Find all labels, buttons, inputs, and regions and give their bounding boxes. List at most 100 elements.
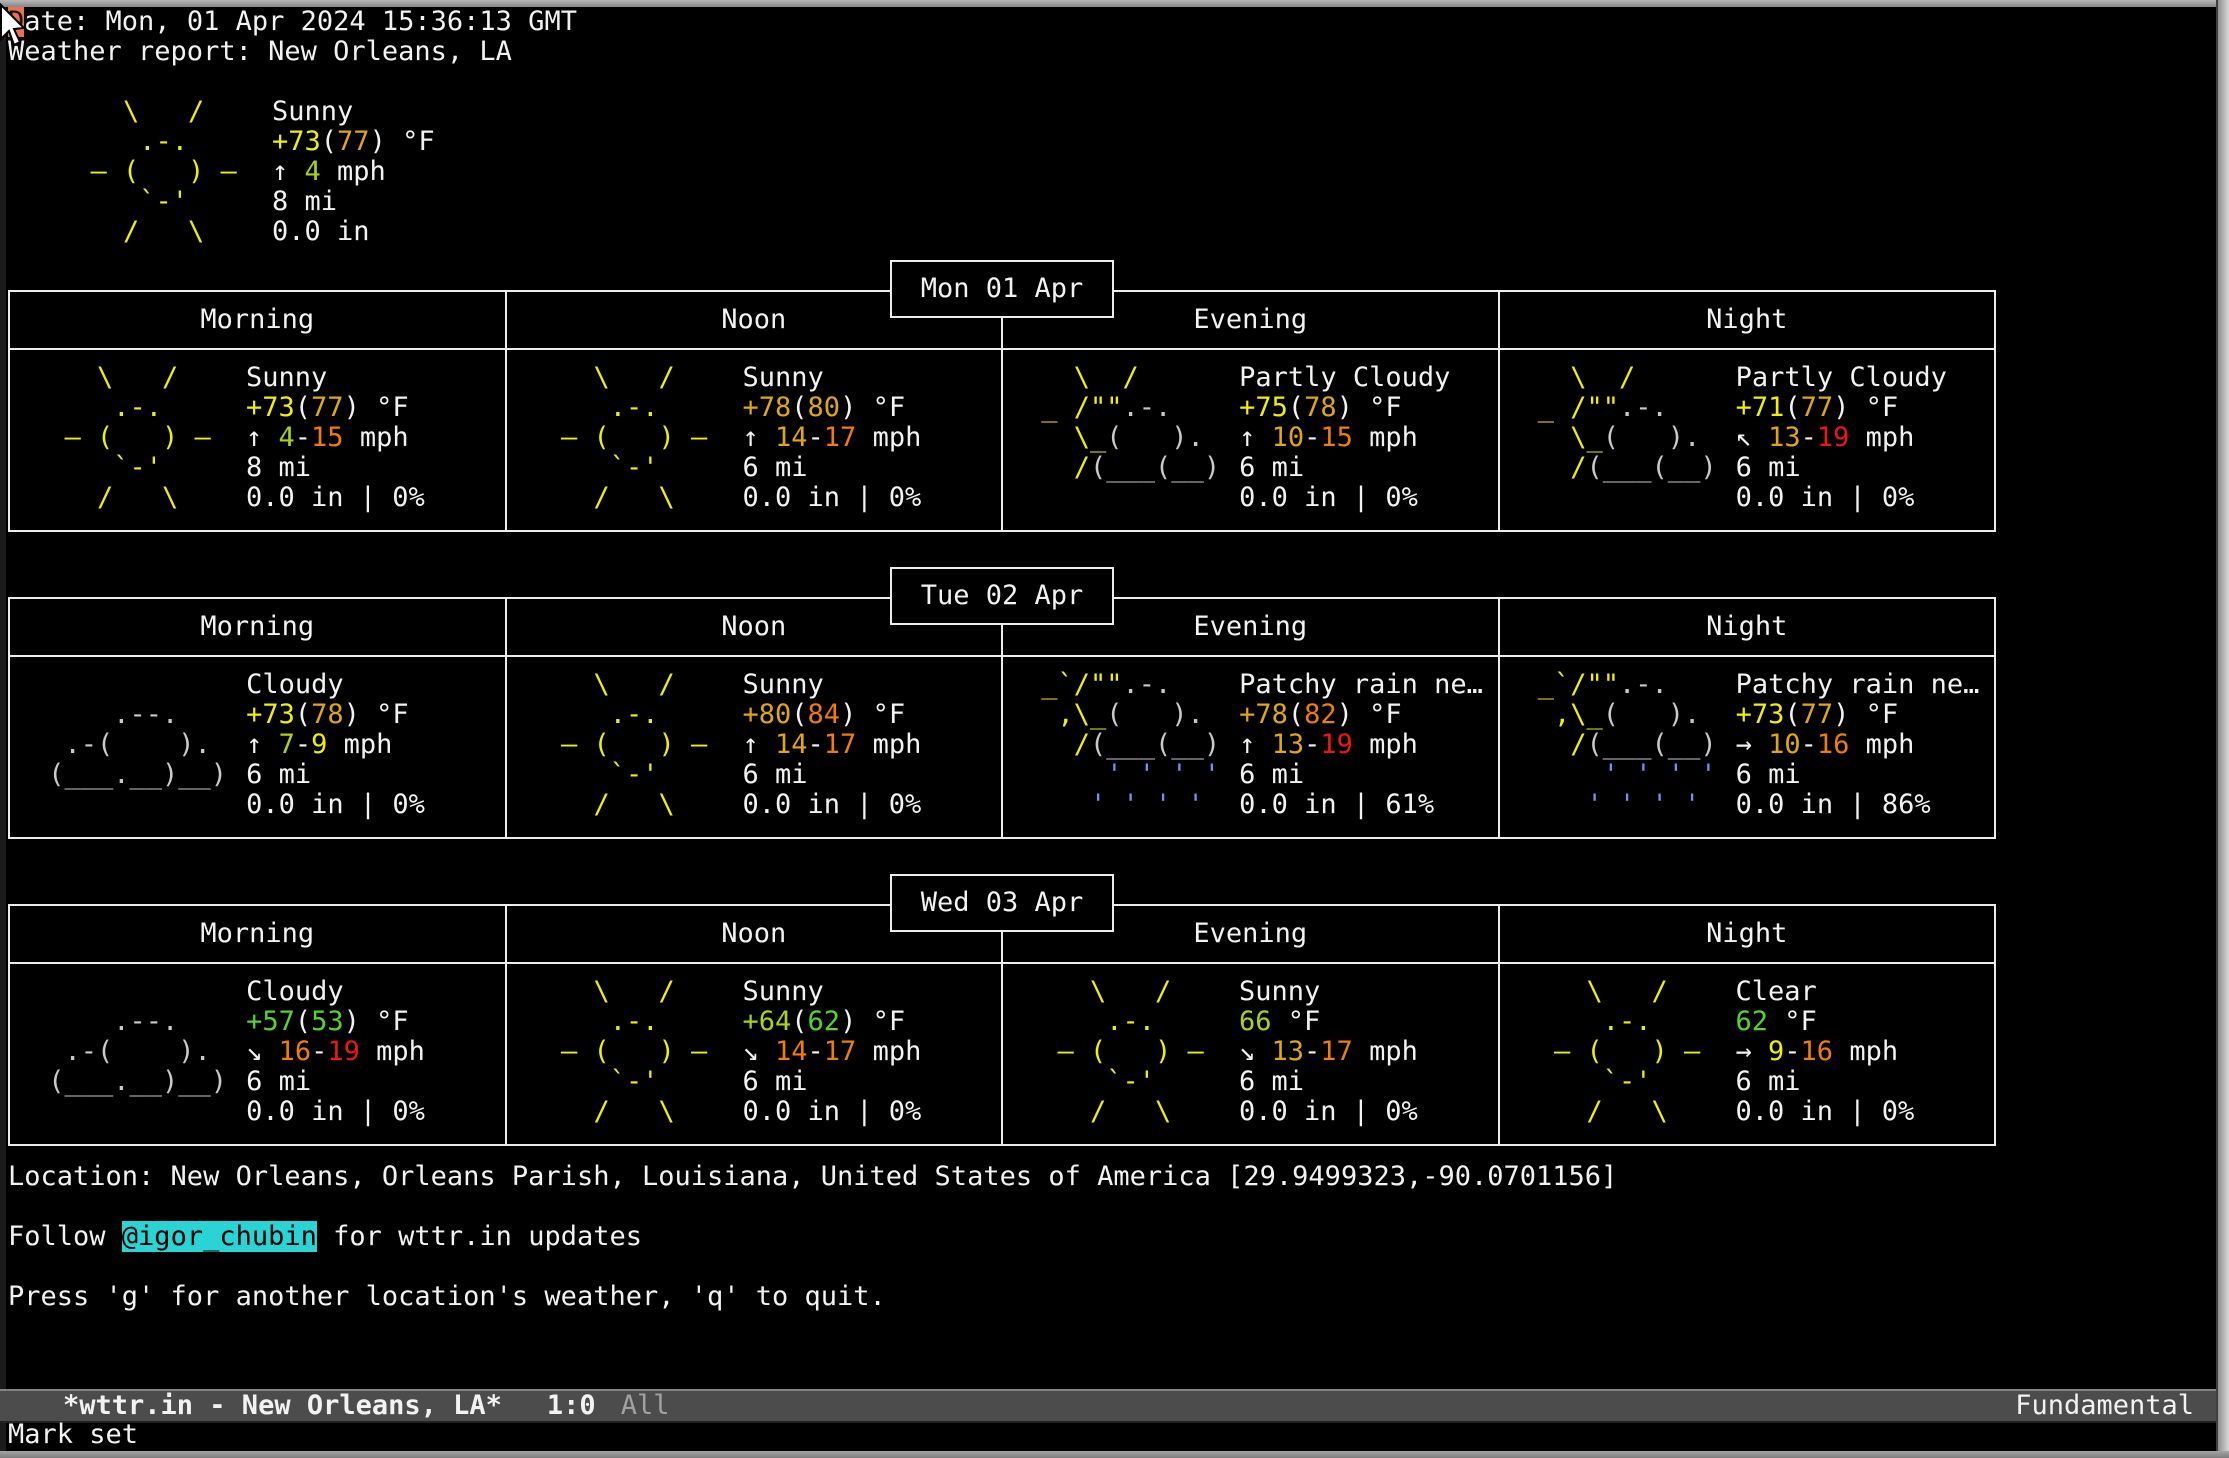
- terminal-line: ↘ 16-19 mph: [246, 1037, 504, 1067]
- terminal-line: .-.: [58, 127, 253, 157]
- terminal-line: .-.: [1522, 1007, 1717, 1037]
- terminal-line: Sunny: [743, 670, 1002, 700]
- period-cells: .--. .-( ). (___.__)__) Cloudy+73(78) °F…: [10, 657, 1994, 837]
- terminal-line: ↖ 13-19 mph: [1736, 423, 1994, 453]
- window-border-left: [0, 0, 6, 1458]
- terminal-line: +75(78) °F: [1239, 393, 1497, 423]
- terminal-line: /(___(__): [1025, 453, 1220, 483]
- terminal-line: 6 mi: [743, 1067, 1002, 1097]
- terminal-line: ↑ 13-19 mph: [1239, 730, 1497, 760]
- terminal-line: \ /: [1522, 977, 1717, 1007]
- terminal-line: [1522, 483, 1717, 513]
- weather-art: \ / .-. ― ( ) ― `-' / \: [1500, 977, 1717, 1144]
- terminal-line: 6 mi: [1239, 453, 1497, 483]
- terminal-line: \ /: [1025, 363, 1220, 393]
- terminal-line: / \: [1522, 1097, 1717, 1127]
- terminal-line: Clear: [1736, 977, 1995, 1007]
- terminal-line: `-': [58, 187, 253, 217]
- period-header: Morning: [10, 906, 505, 962]
- day-title-connector: [1001, 318, 1003, 350]
- terminal-line: Patchy rain ne…: [1736, 670, 1994, 700]
- terminal-line: \ /: [1522, 363, 1717, 393]
- period-header: Night: [1498, 906, 1995, 962]
- mode-line[interactable]: *wttr.in - New Orleans, LA* 1:0 All Fund…: [0, 1389, 2216, 1423]
- date-line: Date: Mon, 01 Apr 2024 15:36:13 GMT: [8, 7, 2215, 37]
- terminal-line: 8 mi: [272, 187, 2215, 217]
- terminal-line: 6 mi: [246, 1067, 504, 1097]
- weather-cell: _`/"".-. ,\_( ). /(___(__) ' ' ' ' ' ' '…: [1001, 657, 1498, 837]
- weather-cell: \ / .-. ― ( ) ― `-' / \Sunny+78(80) °F↑ …: [505, 350, 1002, 530]
- terminal-line: 0.0 in | 61%: [1239, 790, 1497, 820]
- terminal-line: 0.0 in | 0%: [246, 1097, 504, 1127]
- weather-report-line: Weather report: New Orleans, LA: [8, 37, 2215, 67]
- day-section: MorningNoonEveningNight .--. .-( ). (___…: [8, 874, 1996, 1148]
- weather-info: Partly Cloudy+75(78) °F↑ 10-15 mph6 mi0.…: [1239, 363, 1497, 530]
- weather-art: \ / _ /"".-. \_( ). /(___(__): [1003, 363, 1220, 530]
- weather-cell: \ / _ /"".-. \_( ). /(___(__) Partly Clo…: [1001, 350, 1498, 530]
- blank-line: [8, 1252, 2215, 1282]
- weather-info: Patchy rain ne…+78(82) °F↑ 13-19 mph6 mi…: [1239, 670, 1497, 837]
- terminal-line: 0.0 in | 0%: [743, 483, 1002, 513]
- terminal-line: ' ' ' ': [1522, 760, 1717, 790]
- weather-cell: .--. .-( ). (___.__)__) Cloudy+73(78) °F…: [10, 657, 505, 837]
- weather-info: Sunny+73(77) °F↑ 4-15 mph8 mi0.0 in | 0%: [246, 363, 505, 530]
- terminal-line: 62 °F: [1736, 1007, 1995, 1037]
- terminal-line: Patchy rain ne…: [1239, 670, 1497, 700]
- terminal-line: → 9-16 mph: [1736, 1037, 1995, 1067]
- terminal-line: .-.: [529, 393, 724, 423]
- weather-art: \ / .-. ― ( ) ― `-' / \: [1003, 977, 1220, 1144]
- weather-info: Sunny+78(80) °F↑ 14-17 mph6 mi0.0 in | 0…: [743, 363, 1002, 530]
- follow-line: Follow @igor_chubin for wttr.in updates: [8, 1222, 2215, 1252]
- date-text: ate: Mon, 01 Apr 2024 15:36:13 GMT: [24, 6, 577, 37]
- terminal-line: ↑ 4-15 mph: [246, 423, 505, 453]
- terminal-line: 6 mi: [246, 760, 504, 790]
- terminal-line: +78(82) °F: [1239, 700, 1497, 730]
- terminal-line: Sunny: [1239, 977, 1498, 1007]
- day-section: MorningNoonEveningNight \ / .-. ― ( ) ― …: [8, 260, 1996, 534]
- weather-cell: \ / .-. ― ( ) ― `-' / \Sunny+64(62) °F↘ …: [505, 964, 1002, 1144]
- terminal-line: ↑ 7-9 mph: [246, 730, 504, 760]
- terminal-line: 66 °F: [1239, 1007, 1498, 1037]
- weather-info: Clear62 °F→ 9-16 mph6 mi0.0 in | 0%: [1736, 977, 1995, 1144]
- terminal-line: \ /: [529, 363, 724, 393]
- terminal-line: 0.0 in | 0%: [246, 483, 505, 513]
- blank-line: [8, 67, 2215, 97]
- terminal-line: Sunny: [743, 977, 1002, 1007]
- current-weather-info: Sunny+73(77) °F↑ 4 mph8 mi0.0 in: [272, 97, 2215, 247]
- weather-cell: _`/"".-. ,\_( ). /(___(__) ' ' ' ' ' ' '…: [1498, 657, 1995, 837]
- weather-info: Sunny+80(84) °F↑ 14-17 mph6 mi0.0 in | 0…: [743, 670, 1002, 837]
- terminal-line: / \: [58, 217, 253, 247]
- terminal-line: 6 mi: [1239, 1067, 1498, 1097]
- terminal-line: ― ( ) ―: [1522, 1037, 1717, 1067]
- terminal-line: /(___(__): [1522, 453, 1717, 483]
- weather-art: \ / _ /"".-. \_( ). /(___(__): [1500, 363, 1717, 530]
- weather-info: Sunny66 °F↘ 13-17 mph6 mi0.0 in | 0%: [1239, 977, 1498, 1144]
- terminal-line: 0.0 in: [272, 217, 2215, 247]
- terminal-line: Partly Cloudy: [1239, 363, 1497, 393]
- terminal-line: `-': [1025, 1067, 1220, 1097]
- terminal-line: Sunny: [246, 363, 505, 393]
- terminal-line: \ /: [58, 97, 253, 127]
- terminal-line: +71(77) °F: [1736, 393, 1994, 423]
- terminal-line: 0.0 in | 0%: [743, 1097, 1002, 1127]
- terminal-line: ↑ 14-17 mph: [743, 730, 1002, 760]
- day-title-connector: [1001, 625, 1003, 657]
- major-mode[interactable]: Fundamental: [2015, 1391, 2194, 1421]
- terminal-line: → 10-16 mph: [1736, 730, 1994, 760]
- terminal-line: \_( ).: [1522, 423, 1717, 453]
- terminal-line: Cloudy: [246, 670, 504, 700]
- terminal-line: Cloudy: [246, 977, 504, 1007]
- terminal-line: _ /"".-.: [1522, 393, 1717, 423]
- weather-info: Cloudy+73(78) °F↑ 7-9 mph6 mi0.0 in | 0%: [246, 670, 504, 837]
- terminal-line: [32, 790, 227, 820]
- terminal-line: ' ' ' ': [1025, 760, 1220, 790]
- terminal-line: +73(77) °F: [272, 127, 2215, 157]
- terminal-line: .-.: [529, 1007, 724, 1037]
- terminal-line: ― ( ) ―: [529, 423, 724, 453]
- terminal-line: 0.0 in | 0%: [1239, 483, 1497, 513]
- terminal-line: +73(77) °F: [1736, 700, 1994, 730]
- emacs-frame: Date: Mon, 01 Apr 2024 15:36:13 GMT Weat…: [0, 0, 2229, 1458]
- terminal-line: \ /: [32, 363, 227, 393]
- window-scrollbar[interactable]: [2216, 0, 2229, 1458]
- terminal-line: ↘ 13-17 mph: [1239, 1037, 1498, 1067]
